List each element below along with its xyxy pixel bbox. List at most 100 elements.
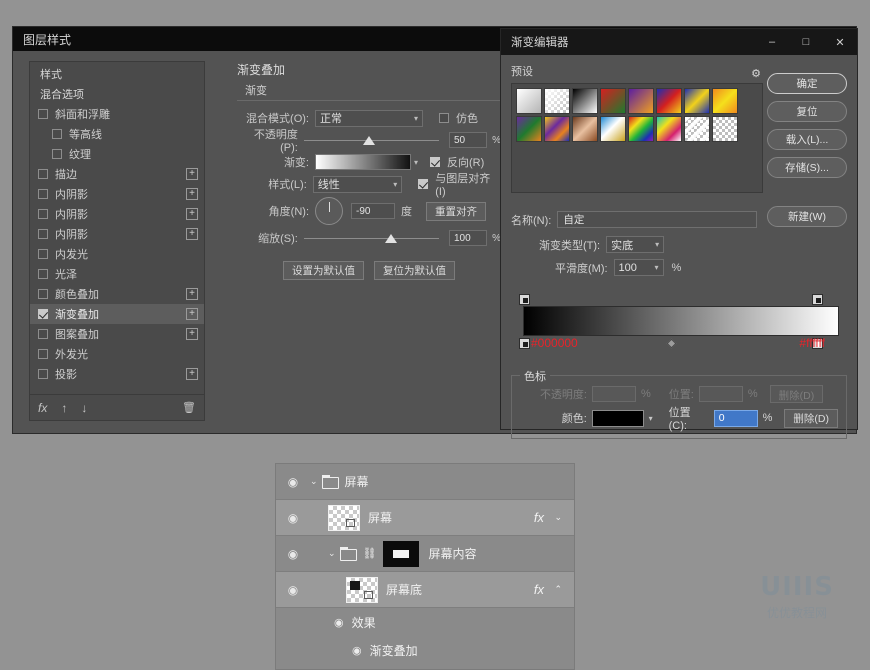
opacity-stop-right[interactable]	[812, 294, 823, 305]
effect-checkbox[interactable]	[52, 149, 62, 159]
effect-item-9[interactable]: 内发光	[30, 244, 204, 264]
eye-icon[interactable]: ◉	[276, 511, 310, 525]
effect-item-4[interactable]: 纹理	[30, 144, 204, 164]
layer-row[interactable]: ◉屏幕fx⌄	[276, 500, 574, 536]
load-button[interactable]: 载入(L)...	[767, 129, 847, 150]
layer-row[interactable]: ◉屏幕底fx⌃	[276, 572, 574, 608]
move-down-icon[interactable]: ↓	[81, 401, 87, 415]
effect-checkbox[interactable]	[38, 249, 48, 259]
effect-item-6[interactable]: 内阴影+	[30, 184, 204, 204]
add-effect-icon[interactable]: +	[186, 208, 198, 220]
move-up-icon[interactable]: ↑	[61, 401, 67, 415]
preset-swatch-red-green[interactable]	[600, 88, 626, 114]
effect-item-13[interactable]: 图案叠加+	[30, 324, 204, 344]
layer-thumbnail[interactable]	[328, 505, 360, 531]
effect-item-3[interactable]: 等高线	[30, 124, 204, 144]
effect-checkbox[interactable]	[38, 209, 48, 219]
ok-button[interactable]: 确定	[767, 73, 847, 94]
gradient-strip[interactable]	[523, 306, 839, 336]
preset-swatch-black-white[interactable]	[572, 88, 598, 114]
add-effect-icon[interactable]: +	[186, 308, 198, 320]
link-icon[interactable]: ⛓	[363, 547, 377, 560]
disclosure-caret-icon[interactable]: ⌄	[310, 476, 318, 487]
effect-checkbox[interactable]	[38, 369, 48, 379]
effect-item-10[interactable]: 光泽	[30, 264, 204, 284]
effect-item-1[interactable]: 混合选项	[30, 84, 204, 104]
reset-button[interactable]: 复位	[767, 101, 847, 122]
layer-thumbnail[interactable]	[346, 577, 378, 603]
preset-swatch-blue-red-yellow[interactable]	[656, 88, 682, 114]
effect-item-7[interactable]: 内阴影+	[30, 204, 204, 224]
dither-checkbox[interactable]: 仿色	[439, 110, 478, 126]
layer-row[interactable]: ◉⌄屏幕	[276, 464, 574, 500]
effects-group-row[interactable]: ◉效果	[276, 608, 574, 636]
stop-color-swatch[interactable]	[592, 410, 644, 427]
scale-input[interactable]: 100	[449, 230, 487, 246]
opacity-stop-left[interactable]	[519, 294, 530, 305]
preset-swatch-chrome[interactable]	[600, 116, 626, 142]
effect-checkbox[interactable]	[38, 309, 48, 319]
add-effect-icon[interactable]: +	[186, 328, 198, 340]
layer-mask-thumbnail[interactable]	[383, 541, 419, 567]
fx-icon[interactable]: fx	[38, 401, 47, 415]
new-preset-button[interactable]: 新建(W)	[767, 206, 847, 227]
fx-icon[interactable]: fx	[534, 510, 544, 525]
trash-icon[interactable]: 🗑	[182, 401, 196, 414]
set-as-default-button[interactable]: 设置为默认值	[283, 261, 364, 280]
disclosure-caret-icon[interactable]: ⌄	[328, 548, 336, 559]
preset-swatch-foreground-to-transparent[interactable]	[544, 88, 570, 114]
scale-slider[interactable]	[304, 231, 439, 245]
layer-row[interactable]: ◉⌄⛓屏幕内容	[276, 536, 574, 572]
preset-swatch-violet-green-orange[interactable]	[516, 116, 542, 142]
fx-disclosure-caret-icon[interactable]: ⌃	[554, 584, 562, 595]
preset-swatch-transparent-rainbow[interactable]	[656, 116, 682, 142]
close-icon[interactable]: ✕	[823, 29, 857, 55]
effect-item-2[interactable]: 斜面和浮雕	[30, 104, 204, 124]
reset-align-button[interactable]: 重置对齐	[426, 202, 486, 221]
fx-icon[interactable]: fx	[534, 582, 544, 597]
effect-checkbox[interactable]	[52, 129, 62, 139]
preset-swatch-foreground-to-background[interactable]	[516, 88, 542, 114]
style-select[interactable]: 线性 ▾	[313, 176, 402, 193]
effect-checkbox[interactable]	[38, 169, 48, 179]
presets-grid[interactable]	[511, 83, 763, 193]
effect-item-11[interactable]: 颜色叠加+	[30, 284, 204, 304]
preset-swatch-copper[interactable]	[572, 116, 598, 142]
preset-swatch-neutral-density[interactable]	[712, 116, 738, 142]
effect-checkbox[interactable]	[38, 289, 48, 299]
effect-checkbox[interactable]	[38, 189, 48, 199]
gradient-picker[interactable]: ▾	[315, 154, 418, 170]
opacity-slider-knob[interactable]	[363, 136, 375, 145]
minimize-icon[interactable]: –	[755, 29, 789, 55]
delete-color-stop-button[interactable]: 删除(D)	[784, 409, 838, 428]
preset-swatch-transparent-stripes[interactable]	[684, 116, 710, 142]
gradient-name-input[interactable]: 自定	[557, 211, 757, 228]
preset-swatch-blue-yellow-blue[interactable]	[684, 88, 710, 114]
opacity-slider[interactable]	[304, 133, 439, 147]
gear-icon[interactable]: ⚙	[751, 67, 761, 80]
chevron-down-icon[interactable]: ▾	[649, 414, 653, 423]
angle-input[interactable]: -90	[351, 203, 395, 219]
scale-slider-knob[interactable]	[385, 234, 397, 243]
eye-icon[interactable]: ◉	[276, 547, 310, 561]
align-with-layer-checkbox[interactable]: 与图层对齐 (I)	[418, 170, 501, 198]
fx-disclosure-caret-icon[interactable]: ⌄	[554, 512, 562, 523]
save-button[interactable]: 存储(S)...	[767, 157, 847, 178]
eye-icon[interactable]: ◉	[334, 616, 344, 629]
add-effect-icon[interactable]: +	[186, 368, 198, 380]
stop-location-input[interactable]: 0	[714, 410, 758, 427]
effect-checkbox[interactable]	[38, 229, 48, 239]
effect-item-14[interactable]: 外发光	[30, 344, 204, 364]
angle-dial[interactable]	[315, 197, 343, 225]
reverse-checkbox[interactable]: 反向(R)	[430, 154, 484, 170]
effect-item-8[interactable]: 内阴影+	[30, 224, 204, 244]
preset-swatch-orange-yellow-orange[interactable]	[712, 88, 738, 114]
preset-swatch-violet-orange[interactable]	[628, 88, 654, 114]
effect-checkbox[interactable]	[38, 269, 48, 279]
opacity-input[interactable]: 50	[449, 132, 487, 148]
effect-item-12[interactable]: 渐变叠加+	[30, 304, 204, 324]
add-effect-icon[interactable]: +	[186, 168, 198, 180]
add-effect-icon[interactable]: +	[186, 188, 198, 200]
add-effect-icon[interactable]: +	[186, 288, 198, 300]
add-effect-icon[interactable]: +	[186, 228, 198, 240]
